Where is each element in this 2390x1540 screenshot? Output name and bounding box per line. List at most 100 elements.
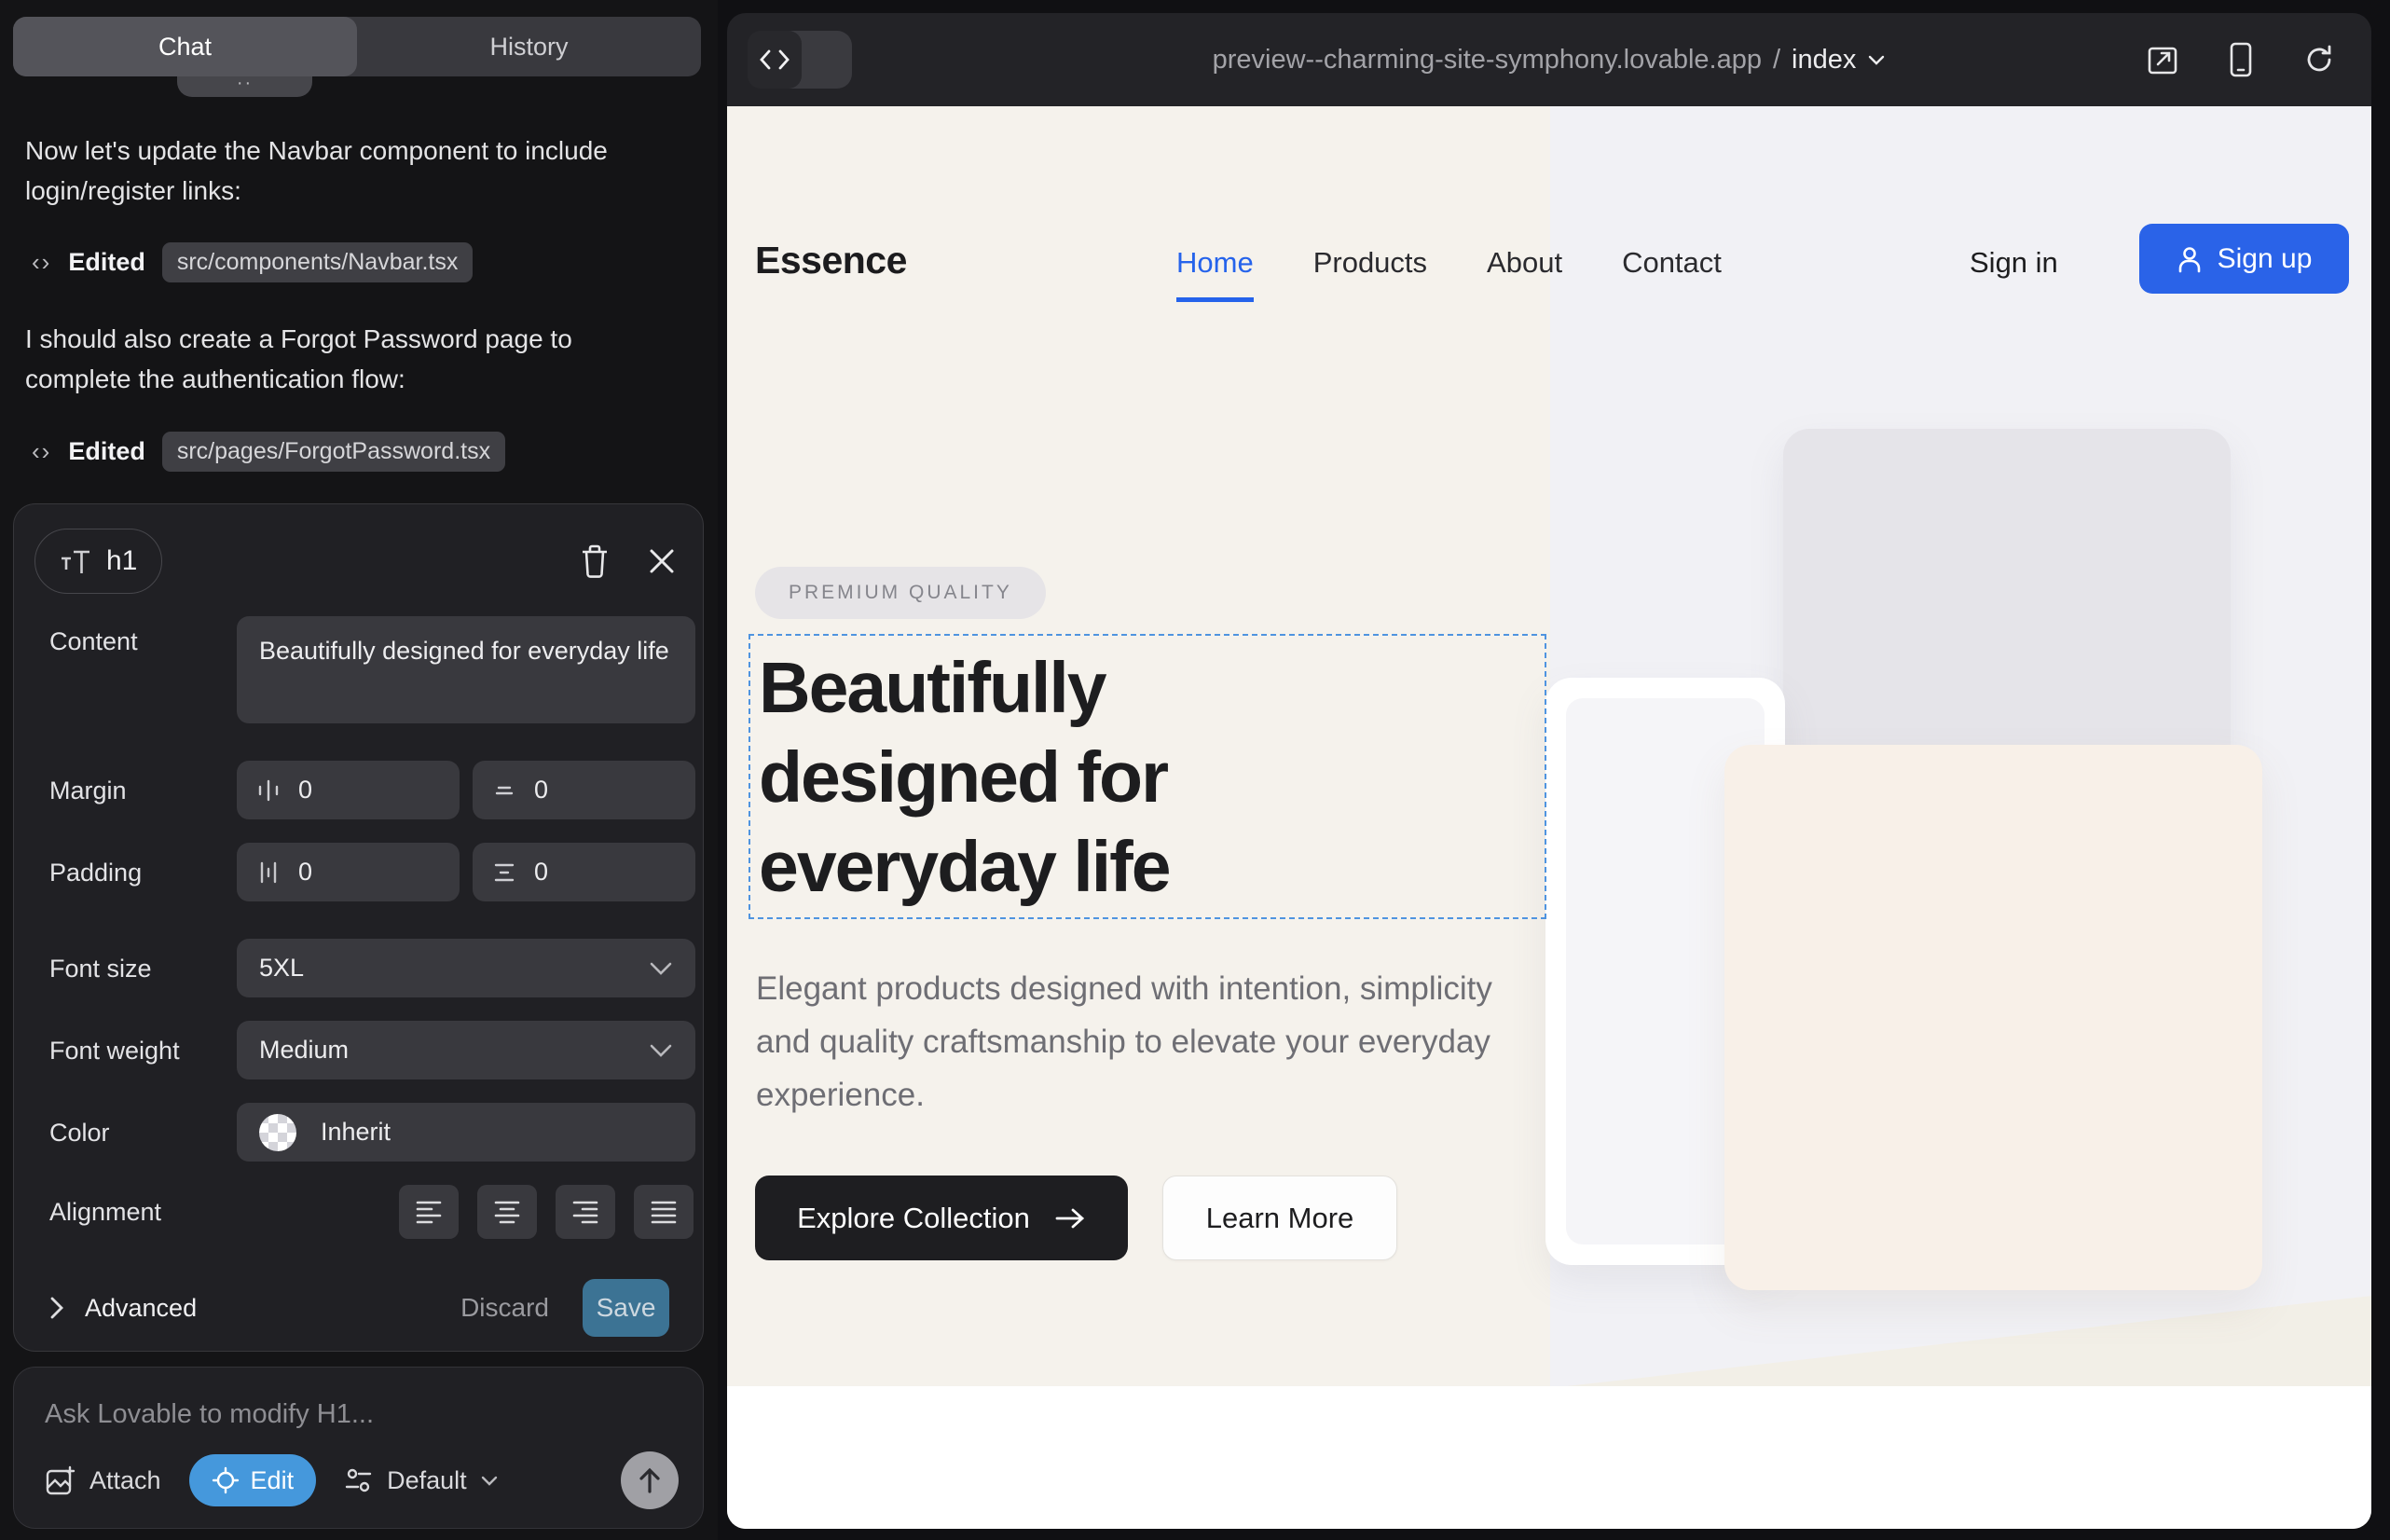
content-label: Content	[49, 627, 138, 656]
edited-file-row: ‹› Edited src/components/Navbar.tsx	[32, 241, 473, 283]
mobile-view-icon[interactable]	[2220, 39, 2261, 80]
padding-x-value: 0	[298, 858, 312, 887]
text-size-icon	[60, 549, 91, 573]
composer-input[interactable]: Ask Lovable to modify H1...	[45, 1399, 374, 1430]
composer: Ask Lovable to modify H1... Attach	[13, 1367, 704, 1529]
margin-horizontal-icon	[255, 777, 282, 804]
edited-label: Edited	[68, 437, 145, 466]
code-icon: ‹›	[32, 248, 51, 277]
arrow-right-icon	[1054, 1207, 1086, 1230]
explore-collection-label: Explore Collection	[797, 1202, 1030, 1235]
align-center-button[interactable]	[477, 1185, 537, 1239]
content-input[interactable]: Beautifully designed for everyday life	[237, 616, 695, 723]
preview-topbar: preview--charming-site-symphony.lovable.…	[727, 13, 2371, 106]
attach-label: Attach	[89, 1466, 161, 1495]
sliders-icon	[344, 1466, 374, 1494]
edited-file-row: ‹› Edited src/pages/ForgotPassword.tsx	[32, 430, 505, 473]
nav-link-about[interactable]: About	[1487, 246, 1562, 280]
font-size-value: 5XL	[259, 954, 304, 983]
padding-x-input[interactable]: 0	[237, 843, 460, 901]
hero-heading[interactable]: Beautifully designed for everyday life	[759, 643, 1170, 912]
preview-url-page: index	[1792, 45, 1856, 76]
decor-card-beige	[1724, 745, 2262, 1290]
nav-link-home[interactable]: Home	[1176, 246, 1254, 280]
color-swatch-icon	[259, 1114, 296, 1151]
discard-button[interactable]: Discard	[460, 1293, 549, 1323]
site-nav-links: Home Products About Contact	[1176, 246, 1722, 280]
font-weight-label: Font weight	[49, 1037, 180, 1066]
hero-paragraph: Elegant products designed with intention…	[756, 962, 1502, 1121]
send-button[interactable]	[621, 1451, 679, 1509]
color-value: Inherit	[321, 1118, 391, 1147]
mode-select[interactable]: Default	[344, 1466, 499, 1495]
save-button[interactable]: Save	[583, 1279, 669, 1337]
composer-toolbar: Attach Edit Default	[45, 1453, 679, 1507]
edit-mode-button[interactable]: Edit	[189, 1454, 317, 1506]
chevron-down-icon	[1867, 54, 1886, 66]
explore-collection-button[interactable]: Explore Collection	[755, 1176, 1128, 1260]
margin-x-input[interactable]: 0	[237, 761, 460, 819]
align-justify-button[interactable]	[634, 1185, 694, 1239]
code-icon: ‹›	[32, 437, 51, 466]
hero-heading-line: everyday life	[759, 822, 1170, 912]
margin-vertical-icon	[491, 777, 517, 804]
alignment-group	[399, 1185, 694, 1239]
hero-heading-line: designed for	[759, 733, 1170, 822]
edited-label: Edited	[68, 248, 145, 277]
nav-link-contact[interactable]: Contact	[1622, 246, 1722, 280]
site-canvas: Essence Home Products About Contact Sign…	[727, 106, 2371, 1529]
attach-button[interactable]: Attach	[45, 1464, 161, 1496]
open-in-new-tab-icon[interactable]	[2142, 39, 2183, 80]
selected-element-tag: h1	[34, 529, 162, 594]
hero-heading-line: Beautifully	[759, 643, 1170, 733]
learn-more-button[interactable]: Learn More	[1162, 1176, 1397, 1260]
font-size-select[interactable]: 5XL	[237, 939, 695, 997]
margin-label: Margin	[49, 777, 127, 805]
padding-horizontal-icon	[255, 859, 282, 886]
decor-card-gray	[1783, 429, 2231, 797]
color-label: Color	[49, 1119, 110, 1148]
chat-history-tabbar: Chat History	[13, 17, 701, 76]
tab-chat[interactable]: Chat	[13, 17, 357, 76]
color-select[interactable]: Inherit	[237, 1103, 695, 1162]
mode-label: Default	[387, 1466, 467, 1495]
site-next-section	[727, 1386, 2371, 1529]
sign-up-button[interactable]: Sign up	[2139, 224, 2349, 294]
advanced-toggle[interactable]: Advanced	[85, 1294, 197, 1323]
preview-actions	[2142, 13, 2340, 106]
sign-up-label: Sign up	[2218, 243, 2313, 275]
margin-y-value: 0	[534, 776, 548, 804]
sign-in-link[interactable]: Sign in	[1970, 246, 2058, 280]
nav-link-products[interactable]: Products	[1313, 246, 1427, 280]
chevron-down-icon	[480, 1475, 499, 1487]
scrolled-message-pill[interactable]: ··	[177, 76, 312, 97]
align-right-button[interactable]	[556, 1185, 615, 1239]
element-editor-panel: h1 Content Beautifully designed for ever…	[13, 503, 704, 1352]
align-left-button[interactable]	[399, 1185, 459, 1239]
edited-file-pill[interactable]: src/pages/ForgotPassword.tsx	[162, 432, 505, 472]
edit-label: Edit	[251, 1466, 295, 1495]
chat-message: Now let's update the Navbar component to…	[25, 131, 668, 212]
user-icon	[2177, 245, 2203, 273]
padding-y-value: 0	[534, 858, 548, 887]
preview-url-bar[interactable]: preview--charming-site-symphony.lovable.…	[727, 13, 2371, 106]
chat-message: I should also create a Forgot Password p…	[25, 319, 668, 400]
preview-url-separator: /	[1773, 45, 1780, 76]
selected-element-label: h1	[106, 545, 137, 577]
refresh-icon[interactable]	[2299, 39, 2340, 80]
tab-history[interactable]: History	[357, 17, 701, 76]
font-weight-select[interactable]: Medium	[237, 1021, 695, 1079]
hero-cta-row: Explore Collection Learn More	[755, 1176, 1397, 1260]
preview-url-domain: preview--charming-site-symphony.lovable.…	[1213, 45, 1762, 76]
padding-label: Padding	[49, 859, 142, 887]
chat-sidebar: Chat History ·· Now let's update the Nav…	[0, 0, 718, 1540]
font-weight-value: Medium	[259, 1036, 349, 1065]
margin-y-input[interactable]: 0	[473, 761, 695, 819]
edited-file-pill[interactable]: src/components/Navbar.tsx	[162, 242, 474, 282]
close-editor-button[interactable]	[640, 540, 683, 583]
site-logo[interactable]: Essence	[755, 239, 907, 282]
padding-y-input[interactable]: 0	[473, 843, 695, 901]
preview-window: preview--charming-site-symphony.lovable.…	[727, 13, 2371, 1529]
attach-image-icon	[45, 1464, 76, 1496]
delete-element-button[interactable]	[573, 540, 616, 583]
